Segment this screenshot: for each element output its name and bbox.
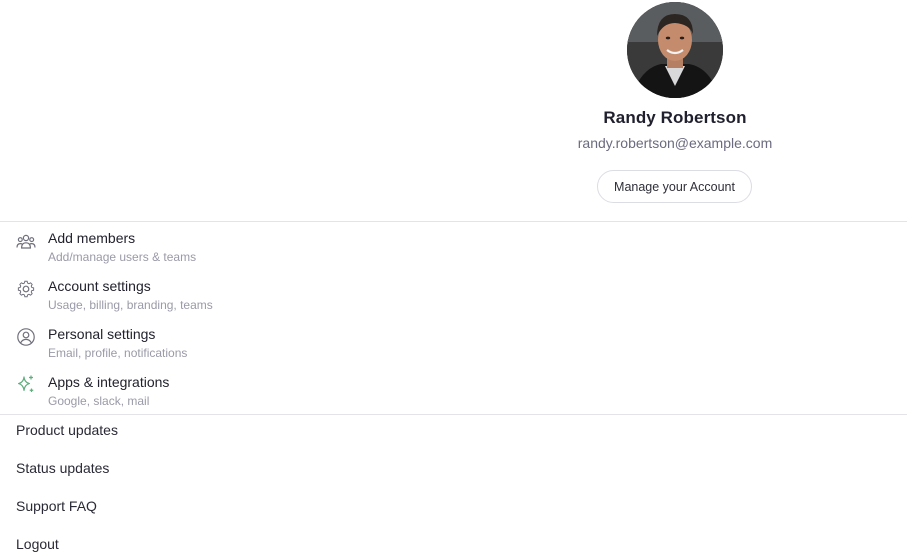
profile-name: Randy Robertson xyxy=(603,108,747,127)
gear-icon xyxy=(16,279,36,299)
menu-item-title: Add members xyxy=(48,230,136,246)
menu-item-subtitle: Email, profile, notifications xyxy=(48,346,188,360)
menu-item-add-members[interactable]: Add members Add/manage users & teams xyxy=(0,230,907,276)
product-updates-link[interactable]: Product updates xyxy=(16,422,118,438)
account-menu: Randy Robertson randy.robertson@example.… xyxy=(0,0,907,555)
menu-item-title: Account settings xyxy=(48,278,151,294)
sparkle-icon xyxy=(16,374,36,394)
divider xyxy=(0,221,907,222)
menu-item-account-settings[interactable]: Account settings Usage, billing, brandin… xyxy=(0,278,907,324)
profile-email: randy.robertson@example.com xyxy=(577,135,773,151)
menu-item-title: Personal settings xyxy=(48,326,156,342)
menu-item-subtitle: Add/manage users & teams xyxy=(48,250,197,264)
profile-header: Randy Robertson randy.robertson@example.… xyxy=(575,0,775,221)
divider xyxy=(0,414,907,415)
avatar xyxy=(627,2,723,98)
menu-item-personal-settings[interactable]: Personal settings Email, profile, notifi… xyxy=(0,326,907,372)
menu-item-subtitle: Usage, billing, branding, teams xyxy=(48,298,213,312)
logout-link[interactable]: Logout xyxy=(16,536,59,552)
menu-item-subtitle: Google, slack, mail xyxy=(48,394,150,408)
users-icon xyxy=(16,232,36,252)
manage-account-button[interactable]: Manage your Account xyxy=(597,170,752,203)
user-circle-icon xyxy=(16,327,36,347)
status-updates-link[interactable]: Status updates xyxy=(16,460,109,476)
menu-item-title: Apps & integrations xyxy=(48,374,170,390)
support-faq-link[interactable]: Support FAQ xyxy=(16,498,97,514)
